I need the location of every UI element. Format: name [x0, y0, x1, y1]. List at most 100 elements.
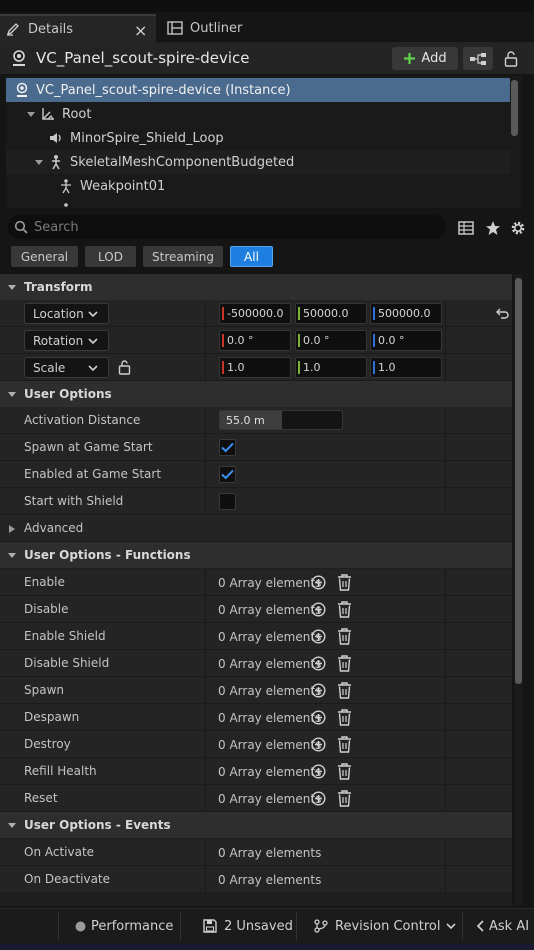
expand-arrow-icon[interactable] [26, 109, 36, 119]
tree-item-actor[interactable]: VC_Panel_scout-spire-device (Instance) [6, 78, 510, 102]
checkmark-icon [221, 469, 234, 480]
add-element-icon[interactable] [311, 575, 326, 590]
array-count-text: 0 Array elements [218, 764, 322, 779]
checkbox-label: Enabled at Game Start [24, 467, 162, 481]
tree-scrollbar[interactable] [511, 80, 518, 136]
window-bottom-strip [0, 944, 534, 950]
filter-general[interactable]: General [11, 246, 78, 267]
location-z-field[interactable]: 500000.0 [370, 303, 442, 324]
tab-close-button[interactable]: × [134, 21, 147, 40]
activation-distance-slider[interactable]: 55.0 m [219, 410, 343, 430]
window-top-strip [0, 0, 534, 12]
actor-icon [10, 49, 28, 67]
tree-item-root[interactable]: Root [6, 102, 510, 126]
add-element-icon[interactable] [311, 764, 326, 779]
location-x-value: -500000.0 [227, 307, 284, 320]
enabled-at-game-start-checkbox[interactable] [219, 466, 236, 483]
revision-control-label: Revision Control [335, 918, 441, 934]
favorites-button[interactable] [483, 218, 503, 238]
spawn-at-game-start-checkbox[interactable] [219, 439, 236, 456]
add-element-icon[interactable] [311, 791, 326, 806]
actor-icon [14, 82, 30, 98]
revision-control-button[interactable]: Revision Control [314, 908, 457, 944]
add-element-icon[interactable] [311, 602, 326, 617]
rotation-z-field[interactable]: 0.0 ° [370, 330, 442, 351]
tree-item-label: SkeletalMeshComponentBudgeted [70, 154, 295, 170]
filter-lod[interactable]: LOD [85, 246, 136, 267]
trash-icon[interactable] [337, 655, 352, 672]
search-input[interactable] [34, 219, 414, 235]
add-element-icon[interactable] [311, 710, 326, 725]
add-element-icon[interactable] [311, 683, 326, 698]
tree-item-audio[interactable]: MinorSpire_Shield_Loop [6, 126, 510, 150]
scale-dropdown[interactable]: Scale [24, 357, 109, 378]
y-axis-bar [298, 307, 300, 320]
section-title: User Options [24, 387, 112, 401]
scale-z-field[interactable]: 1.0 [370, 357, 442, 378]
search-box[interactable] [8, 215, 446, 239]
row-reset: Reset 0 Array elements [0, 785, 512, 812]
add-element-icon[interactable] [311, 629, 326, 644]
unsaved-button[interactable]: 2 Unsaved [203, 908, 293, 944]
add-element-icon[interactable] [311, 737, 326, 752]
z-axis-bar [373, 334, 375, 347]
property-matrix-button[interactable] [456, 218, 476, 238]
section-user-options-events[interactable]: User Options - Events [0, 812, 512, 838]
location-y-field[interactable]: 50000.0 [295, 303, 367, 324]
performance-button[interactable]: Performance [75, 908, 173, 944]
rotation-y-field[interactable]: 0.0 ° [295, 330, 367, 351]
settings-button[interactable] [508, 218, 528, 238]
trash-icon[interactable] [337, 601, 352, 618]
trash-icon[interactable] [337, 736, 352, 753]
y-axis-bar [298, 334, 300, 347]
star-icon [485, 220, 501, 236]
trash-icon[interactable] [337, 628, 352, 645]
location-x-field[interactable]: -500000.0 [219, 303, 291, 324]
trash-icon[interactable] [337, 763, 352, 780]
trash-icon[interactable] [337, 790, 352, 807]
chevron-down-icon [446, 921, 457, 931]
section-user-options[interactable]: User Options [0, 381, 512, 407]
unlock-scale-icon[interactable] [118, 360, 131, 375]
expand-arrow-icon[interactable] [34, 157, 44, 167]
scale-label: Scale [33, 360, 66, 375]
ask-ai-button[interactable]: Ask AI [476, 908, 529, 944]
panel-scrollbar[interactable] [515, 278, 522, 684]
section-title: User Options - Functions [24, 548, 191, 562]
scale-x-field[interactable]: 1.0 [219, 357, 291, 378]
add-element-icon[interactable] [311, 656, 326, 671]
lock-button[interactable] [500, 47, 522, 70]
trash-icon[interactable] [337, 709, 352, 726]
chevron-down-icon [88, 336, 98, 346]
unsaved-label: 2 Unsaved [224, 918, 293, 934]
array-count-text: 0 Array elements [218, 872, 322, 887]
start-with-shield-checkbox[interactable] [219, 493, 236, 510]
blueprint-button[interactable] [463, 47, 493, 70]
filter-streaming[interactable]: Streaming [143, 246, 223, 267]
trash-icon[interactable] [337, 574, 352, 591]
checkbox-label: Start with Shield [24, 494, 124, 508]
section-transform[interactable]: Transform [0, 274, 512, 300]
scale-y-field[interactable]: 1.0 [295, 357, 367, 378]
row-spawn-at-game-start: Spawn at Game Start [0, 434, 512, 461]
rotation-x-field[interactable]: 0.0 ° [219, 330, 291, 351]
scale-y-value: 1.0 [303, 361, 321, 374]
row-advanced[interactable]: Advanced [0, 515, 512, 542]
section-user-options-functions[interactable]: User Options - Functions [0, 542, 512, 568]
property-label: Enable [24, 575, 65, 589]
tree-item-partial[interactable] [6, 198, 510, 208]
filter-all[interactable]: All [230, 246, 273, 267]
activation-distance-label: Activation Distance [24, 413, 141, 427]
add-component-button[interactable]: Add [392, 47, 458, 70]
tree-item-weakpoint[interactable]: Weakpoint01 [6, 174, 510, 198]
row-rotation: Rotation 0.0 ° 0.0 ° 0.0 ° [0, 327, 512, 354]
location-dropdown[interactable]: Location [24, 303, 109, 324]
trash-icon[interactable] [337, 682, 352, 699]
property-label: Enable Shield [24, 629, 106, 643]
rotation-dropdown[interactable]: Rotation [24, 330, 109, 351]
reset-to-default-icon[interactable] [495, 306, 509, 320]
tree-item-skeletal-mesh[interactable]: SkeletalMeshComponentBudgeted [6, 150, 510, 174]
add-button-label: Add [421, 51, 447, 66]
tab-outliner[interactable]: Outliner [162, 14, 272, 42]
tab-details[interactable]: Details × [0, 14, 156, 42]
